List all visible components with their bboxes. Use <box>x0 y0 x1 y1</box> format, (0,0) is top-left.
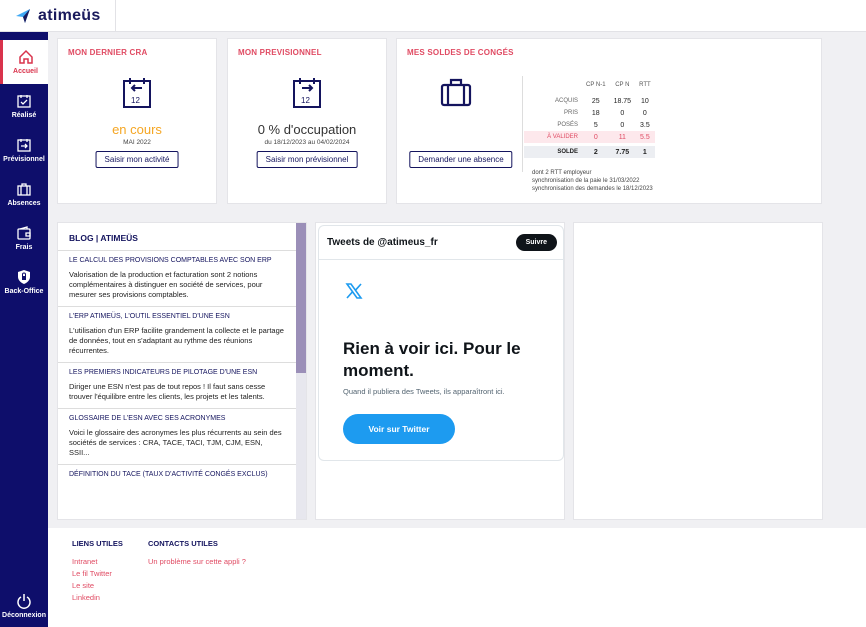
x-logo-icon <box>345 283 363 299</box>
table-row-solde: SOLDE 2 7.75 1 <box>524 146 655 158</box>
power-icon <box>17 594 31 609</box>
sidebar-item-absences[interactable]: Absences <box>0 172 48 216</box>
conges-notes: dont 2 RTT employeur synchronisation de … <box>532 170 653 192</box>
contacts-section: CONTACTS UTILES Un problème sur cette ap… <box>148 539 246 569</box>
useful-links-title: LIENS UTILES <box>72 539 123 548</box>
table-row: PRIS 18 0 0 <box>563 109 647 117</box>
sidebar-item-label: Frais <box>15 244 33 251</box>
twitter-card: Tweets de @atimeus_fr Suivre Rien à voir… <box>315 222 565 520</box>
blog-scroll-thumb[interactable] <box>296 223 306 373</box>
sidebar-item-previsionnel[interactable]: Prévisionnel <box>0 128 48 172</box>
cra-status: en cours <box>112 122 162 137</box>
blog-article-title[interactable]: DÉFINITION DU TACE (TAUX D'ACTIVITÉ CONG… <box>69 471 285 478</box>
sidebar-item-realise[interactable]: Réalisé <box>0 84 48 128</box>
previsionnel-card: MON PREVISIONNEL 12 0 % d'occupation du … <box>227 38 387 204</box>
link-report-problem[interactable]: Un problème sur cette appli ? <box>148 557 246 566</box>
blog-title: BLOG | ATIMEÜS <box>69 233 138 243</box>
logout-label: Déconnexion <box>2 612 46 619</box>
contacts-title: CONTACTS UTILES <box>148 539 218 548</box>
table-row-a-valider: À VALIDER 0 11 5.5 <box>524 131 655 143</box>
blog-article-desc: L'utilisation d'un ERP facilite grandeme… <box>69 326 284 355</box>
blog-scroll-area[interactable]: BLOG | ATIMEÜS LE CALCUL DES PROVISIONS … <box>58 223 296 519</box>
useful-links-section: LIENS UTILES Intranet Le fil Twitter Le … <box>72 539 123 605</box>
table-row: ACQUIS 25 18.75 10 <box>554 97 649 105</box>
twitter-empty-subtitle: Quand il publiera des Tweets, ils appara… <box>343 387 505 396</box>
calendar-forward-icon <box>17 139 31 152</box>
footer: LIENS UTILES Intranet Le fil Twitter Le … <box>48 528 866 627</box>
top-bar: atimeüs <box>0 0 866 32</box>
col-rtt: RTT <box>639 82 651 88</box>
blog-article-desc: Diriger une ESN n'est pas de tout repos … <box>69 382 266 401</box>
empty-card <box>573 222 823 520</box>
col-cp-n-1: CP N-1 <box>586 82 606 88</box>
blog-article[interactable]: LES PREMIERS INDICATEURS DE PILOTAGE D'U… <box>58 362 296 408</box>
sidebar-item-label: Back-Office <box>4 288 44 295</box>
blog-article-desc: Voici le glossaire des acronymes les plu… <box>69 428 282 457</box>
wallet-icon <box>17 226 31 240</box>
occupation-value: 0 % d'occupation <box>257 122 357 137</box>
blog-article[interactable]: GLOSSAIRE DE L'ESN AVEC SES ACRONYMES Vo… <box>58 408 296 464</box>
link-intranet[interactable]: Intranet <box>72 557 123 566</box>
sidebar-item-label: Prévisionnel <box>3 156 45 163</box>
logout-button[interactable]: Déconnexion <box>0 584 48 627</box>
divider <box>522 76 523 172</box>
col-cp-n: CP N <box>615 82 630 88</box>
cra-period: MAI 2022 <box>123 139 151 146</box>
link-site[interactable]: Le site <box>72 581 123 590</box>
table-row: POSÉS 5 0 3.5 <box>557 121 650 129</box>
logo-text: atimeüs <box>38 7 101 24</box>
sidebar-item-back-office[interactable]: Back-Office <box>0 260 48 304</box>
blog-article[interactable]: L'ERP ATIMEÜS, L'OUTIL ESSENTIEL D'UNE E… <box>58 306 296 362</box>
twitter-header: Tweets de @atimeus_fr Suivre <box>319 226 563 260</box>
cra-icon-number: 12 <box>131 96 140 105</box>
blog-scrollbar[interactable] <box>296 223 306 519</box>
link-fil-twitter[interactable]: Le fil Twitter <box>72 569 123 578</box>
logo[interactable]: atimeüs <box>0 0 116 32</box>
previsionnel-period: du 18/12/2023 au 04/02/2024 <box>264 139 350 146</box>
conges-header-row: CP N-1 CP N RTT <box>524 79 655 91</box>
link-linkedin[interactable]: Linkedin <box>72 593 123 602</box>
twitter-header-title[interactable]: Tweets de @atimeus_fr <box>327 237 438 248</box>
blog-article[interactable]: LE CALCUL DES PROVISIONS COMPTABLES AVEC… <box>58 250 296 306</box>
previsionnel-title: MON PREVISIONNEL <box>238 48 322 57</box>
twitter-empty-title: Rien à voir ici. Pour le moment. <box>343 339 521 380</box>
shield-icon <box>18 270 30 284</box>
sidebar-item-accueil[interactable]: Accueil <box>0 40 48 84</box>
sidebar-item-frais[interactable]: Frais <box>0 216 48 260</box>
blog-article-desc: Valorisation de la production et factura… <box>69 270 263 299</box>
cra-card: MON DERNIER CRA 12 en cours MAI 2022 Sai… <box>57 38 217 204</box>
sidebar-item-label: Accueil <box>13 68 38 75</box>
sidebar: Accueil Réalisé Prévisionnel Absences Fr… <box>0 32 48 627</box>
voir-sur-twitter-button[interactable]: Voir sur Twitter <box>343 414 455 444</box>
conges-title: MES SOLDES DE CONGÉS <box>407 48 514 57</box>
saisir-previsionnel-button[interactable]: Saisir mon prévisionnel <box>256 151 358 168</box>
demander-absence-button[interactable]: Demander une absence <box>409 151 513 168</box>
cra-title: MON DERNIER CRA <box>68 48 148 57</box>
sidebar-item-label: Réalisé <box>11 112 37 119</box>
calendar-forward-icon: 12 <box>293 78 321 108</box>
home-icon <box>18 49 33 64</box>
blog-article-title[interactable]: GLOSSAIRE DE L'ESN AVEC SES ACRONYMES <box>69 415 285 422</box>
blog-list: LE CALCUL DES PROVISIONS COMPTABLES AVEC… <box>58 250 296 490</box>
calendar-back-icon: 12 <box>123 78 151 108</box>
blog-article-title[interactable]: LE CALCUL DES PROVISIONS COMPTABLES AVEC… <box>69 257 285 264</box>
briefcase-icon <box>440 78 472 107</box>
blog-card: BLOG | ATIMEÜS LE CALCUL DES PROVISIONS … <box>57 222 307 520</box>
blog-article[interactable]: DÉFINITION DU TACE (TAUX D'ACTIVITÉ CONG… <box>58 464 296 490</box>
calendar-check-icon <box>17 95 31 108</box>
saisir-activite-button[interactable]: Saisir mon activité <box>95 151 179 168</box>
twitter-timeline: Tweets de @atimeus_fr Suivre Rien à voir… <box>318 225 564 461</box>
previsionnel-icon-number: 12 <box>301 96 310 105</box>
follow-button[interactable]: Suivre <box>515 234 557 251</box>
atimeus-logo-icon <box>16 9 30 23</box>
blog-article-title[interactable]: LES PREMIERS INDICATEURS DE PILOTAGE D'U… <box>69 369 285 376</box>
blog-article-title[interactable]: L'ERP ATIMEÜS, L'OUTIL ESSENTIEL D'UNE E… <box>69 313 285 320</box>
briefcase-icon <box>17 183 31 196</box>
sidebar-item-label: Absences <box>7 200 41 207</box>
conges-table: CP N-1 CP N RTT ACQUIS 25 18.75 10 PRIS … <box>524 79 655 158</box>
